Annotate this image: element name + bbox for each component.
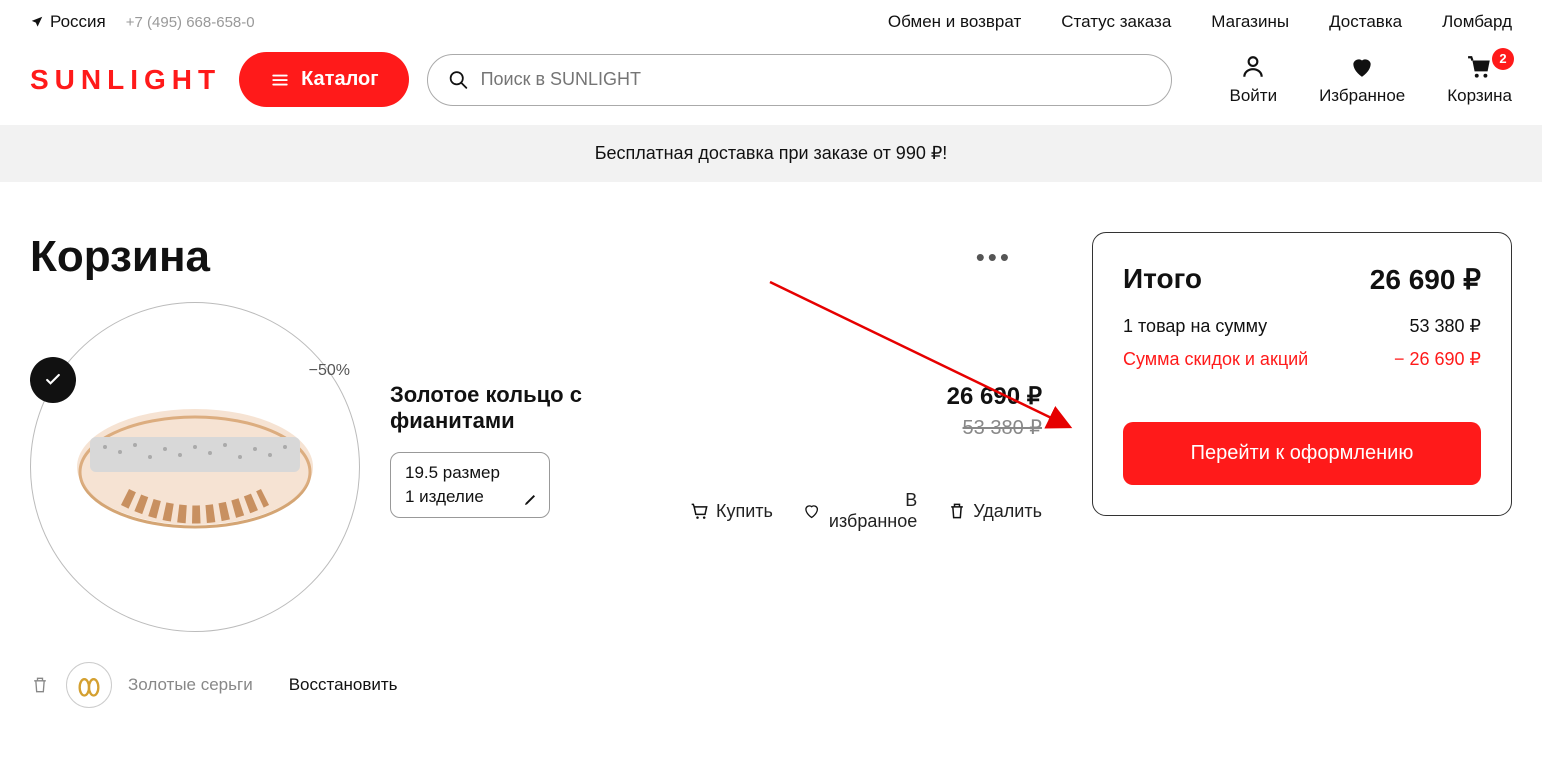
discount-value: − 26 690 ₽: [1394, 349, 1481, 370]
promo-banner: Бесплатная доставка при заказе от 990 ₽!: [0, 125, 1542, 182]
heart-outline-icon: [803, 501, 820, 521]
login-label: Войти: [1230, 86, 1278, 106]
cart-label: Корзина: [1447, 86, 1512, 106]
cart-badge: 2: [1492, 48, 1514, 70]
menu-icon: [269, 71, 291, 89]
topbar-link-exchange[interactable]: Обмен и возврат: [888, 12, 1021, 32]
heart-icon: [1349, 54, 1375, 80]
size-value: 19.5 размер: [405, 463, 535, 483]
delete-label: Удалить: [973, 501, 1042, 522]
buy-label: Купить: [716, 501, 773, 522]
total-label: Итого: [1123, 263, 1202, 296]
search-icon: [448, 69, 469, 91]
cart-small-icon: [690, 501, 710, 521]
topbar-link-delivery[interactable]: Доставка: [1329, 12, 1402, 32]
topbar-link-stores[interactable]: Магазины: [1211, 12, 1289, 32]
items-count-value: 53 380 ₽: [1409, 316, 1481, 337]
total-value: 26 690 ₽: [1370, 263, 1481, 296]
edit-icon: [523, 491, 539, 507]
main-content: Корзина ••• −50%: [0, 182, 1542, 738]
removed-item-name: Золотые серьги: [128, 675, 253, 695]
trash-outline-icon[interactable]: [30, 675, 50, 695]
checkout-button[interactable]: Перейти к оформлению: [1123, 422, 1481, 485]
favorite-label: В избранное: [826, 490, 917, 532]
product-image[interactable]: [30, 302, 360, 632]
location-selector[interactable]: Россия: [30, 12, 106, 32]
catalog-label: Каталог: [301, 68, 378, 91]
search-box[interactable]: [427, 54, 1172, 106]
favorites-label: Избранное: [1319, 86, 1405, 106]
ring-illustration: [65, 387, 325, 547]
user-icon: [1240, 54, 1266, 80]
check-icon: [43, 370, 63, 390]
cart-item: −50%: [30, 302, 1042, 632]
catalog-button[interactable]: Каталог: [239, 52, 408, 107]
discount-label: Сумма скидок и акций: [1123, 349, 1308, 370]
more-options-button[interactable]: •••: [976, 242, 1042, 273]
items-count-label: 1 товар на сумму: [1123, 316, 1267, 337]
removed-item-thumb[interactable]: [66, 662, 112, 708]
size-selector[interactable]: 19.5 размер 1 изделие: [390, 452, 550, 518]
earrings-icon: [75, 671, 103, 699]
favorites-button[interactable]: Избранное: [1319, 54, 1405, 106]
discount-badge: −50%: [309, 362, 350, 380]
topbar: Россия +7 (495) 668-658-0 Обмен и возвра…: [0, 0, 1542, 44]
topbar-link-status[interactable]: Статус заказа: [1061, 12, 1171, 32]
buy-button[interactable]: Купить: [690, 490, 773, 532]
qty-value: 1 изделие: [405, 487, 535, 507]
item-selected-badge[interactable]: [30, 357, 76, 403]
product-name[interactable]: Золотое кольцо с фианитами: [390, 382, 690, 434]
login-button[interactable]: Войти: [1230, 54, 1278, 106]
summary-box: Итого 26 690 ₽ 1 товар на сумму 53 380 ₽…: [1092, 232, 1512, 516]
removed-item-row: Золотые серьги Восстановить: [30, 662, 1042, 708]
favorite-button[interactable]: В избранное: [803, 490, 917, 532]
cart-button[interactable]: 2 Корзина: [1447, 54, 1512, 106]
header: SUNLIGHT Каталог Войти Избранное 2 Корзи…: [0, 44, 1542, 125]
cart-icon: [1465, 54, 1495, 80]
location-icon: [30, 15, 44, 29]
topbar-link-pawnshop[interactable]: Ломбард: [1442, 12, 1512, 32]
product-price: 26 690 ₽: [690, 382, 1042, 411]
logo[interactable]: SUNLIGHT: [30, 64, 221, 96]
trash-icon: [947, 501, 967, 521]
page-title: Корзина: [30, 232, 210, 282]
phone-number[interactable]: +7 (495) 668-658-0: [126, 14, 255, 31]
search-input[interactable]: [481, 69, 1151, 90]
product-old-price: 53 380 ₽: [690, 415, 1042, 440]
delete-button[interactable]: Удалить: [947, 490, 1042, 532]
restore-button[interactable]: Восстановить: [289, 675, 398, 695]
location-text: Россия: [50, 12, 106, 32]
